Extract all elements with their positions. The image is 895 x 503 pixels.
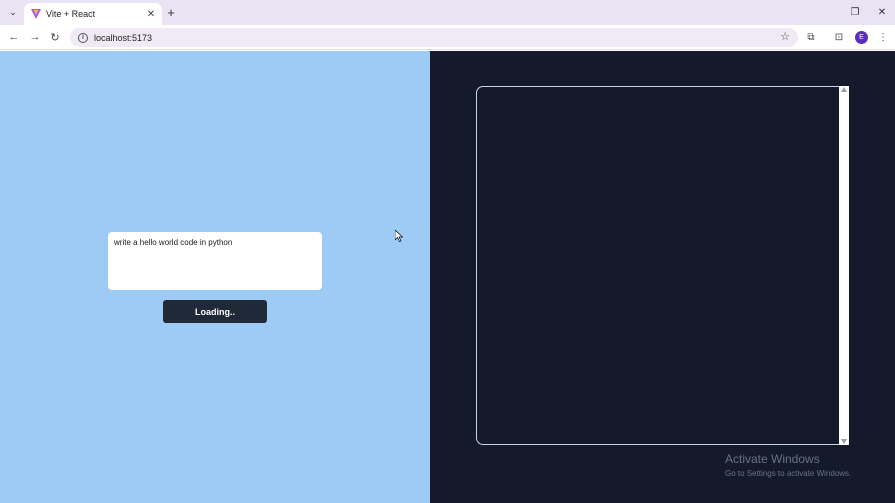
prompt-pane: write a hello world code in python Loadi… [0,51,430,503]
scroll-up-icon[interactable] [841,87,847,92]
bookmark-star-icon[interactable]: ☆ [780,30,790,43]
code-output-panel[interactable] [476,86,849,445]
reload-button[interactable]: ↻ [47,29,63,45]
tab-strip: ⌄ Vite + React ✕ + ❐ ✕ [0,0,895,25]
submit-button[interactable]: Loading.. [163,300,267,323]
close-window-icon[interactable]: ✕ [874,4,890,20]
site-info-icon[interactable]: i [78,32,88,43]
scroll-down-icon[interactable] [841,439,847,444]
tab-title: Vite + React [46,9,96,19]
url-text[interactable]: localhost:5173 [94,33,152,43]
profile-avatar[interactable]: E [855,31,868,44]
extensions-icon[interactable]: ⧉ [803,29,819,45]
browser-toolbar: ← → ↻ i localhost:5173 ☆ ⧉ ⊡ E ⋮ [0,25,895,50]
back-button[interactable]: ← [6,29,22,45]
prompt-input[interactable]: write a hello world code in python [108,232,322,290]
restore-window-icon[interactable]: ❐ [847,4,863,20]
page-viewport: write a hello world code in python Loadi… [0,51,895,503]
mouse-cursor-icon [395,230,403,242]
output-scrollbar[interactable] [839,86,849,445]
tab-close-icon[interactable]: ✕ [144,7,158,21]
forward-button[interactable]: → [27,29,43,45]
new-tab-button[interactable]: + [164,5,178,20]
address-bar[interactable]: i localhost:5173 ☆ [70,28,798,47]
activate-windows-watermark: Activate Windows Go to Settings to activ… [725,452,851,478]
vite-logo-icon [31,9,41,19]
tab-list-button[interactable]: ⌄ [6,5,20,19]
browser-menu-icon[interactable]: ⋮ [875,29,891,45]
watermark-title: Activate Windows [725,452,820,466]
media-control-icon[interactable]: ⊡ [831,29,847,45]
watermark-subtitle: Go to Settings to activate Windows. [725,469,852,478]
browser-tab[interactable]: Vite + React ✕ [24,3,162,25]
